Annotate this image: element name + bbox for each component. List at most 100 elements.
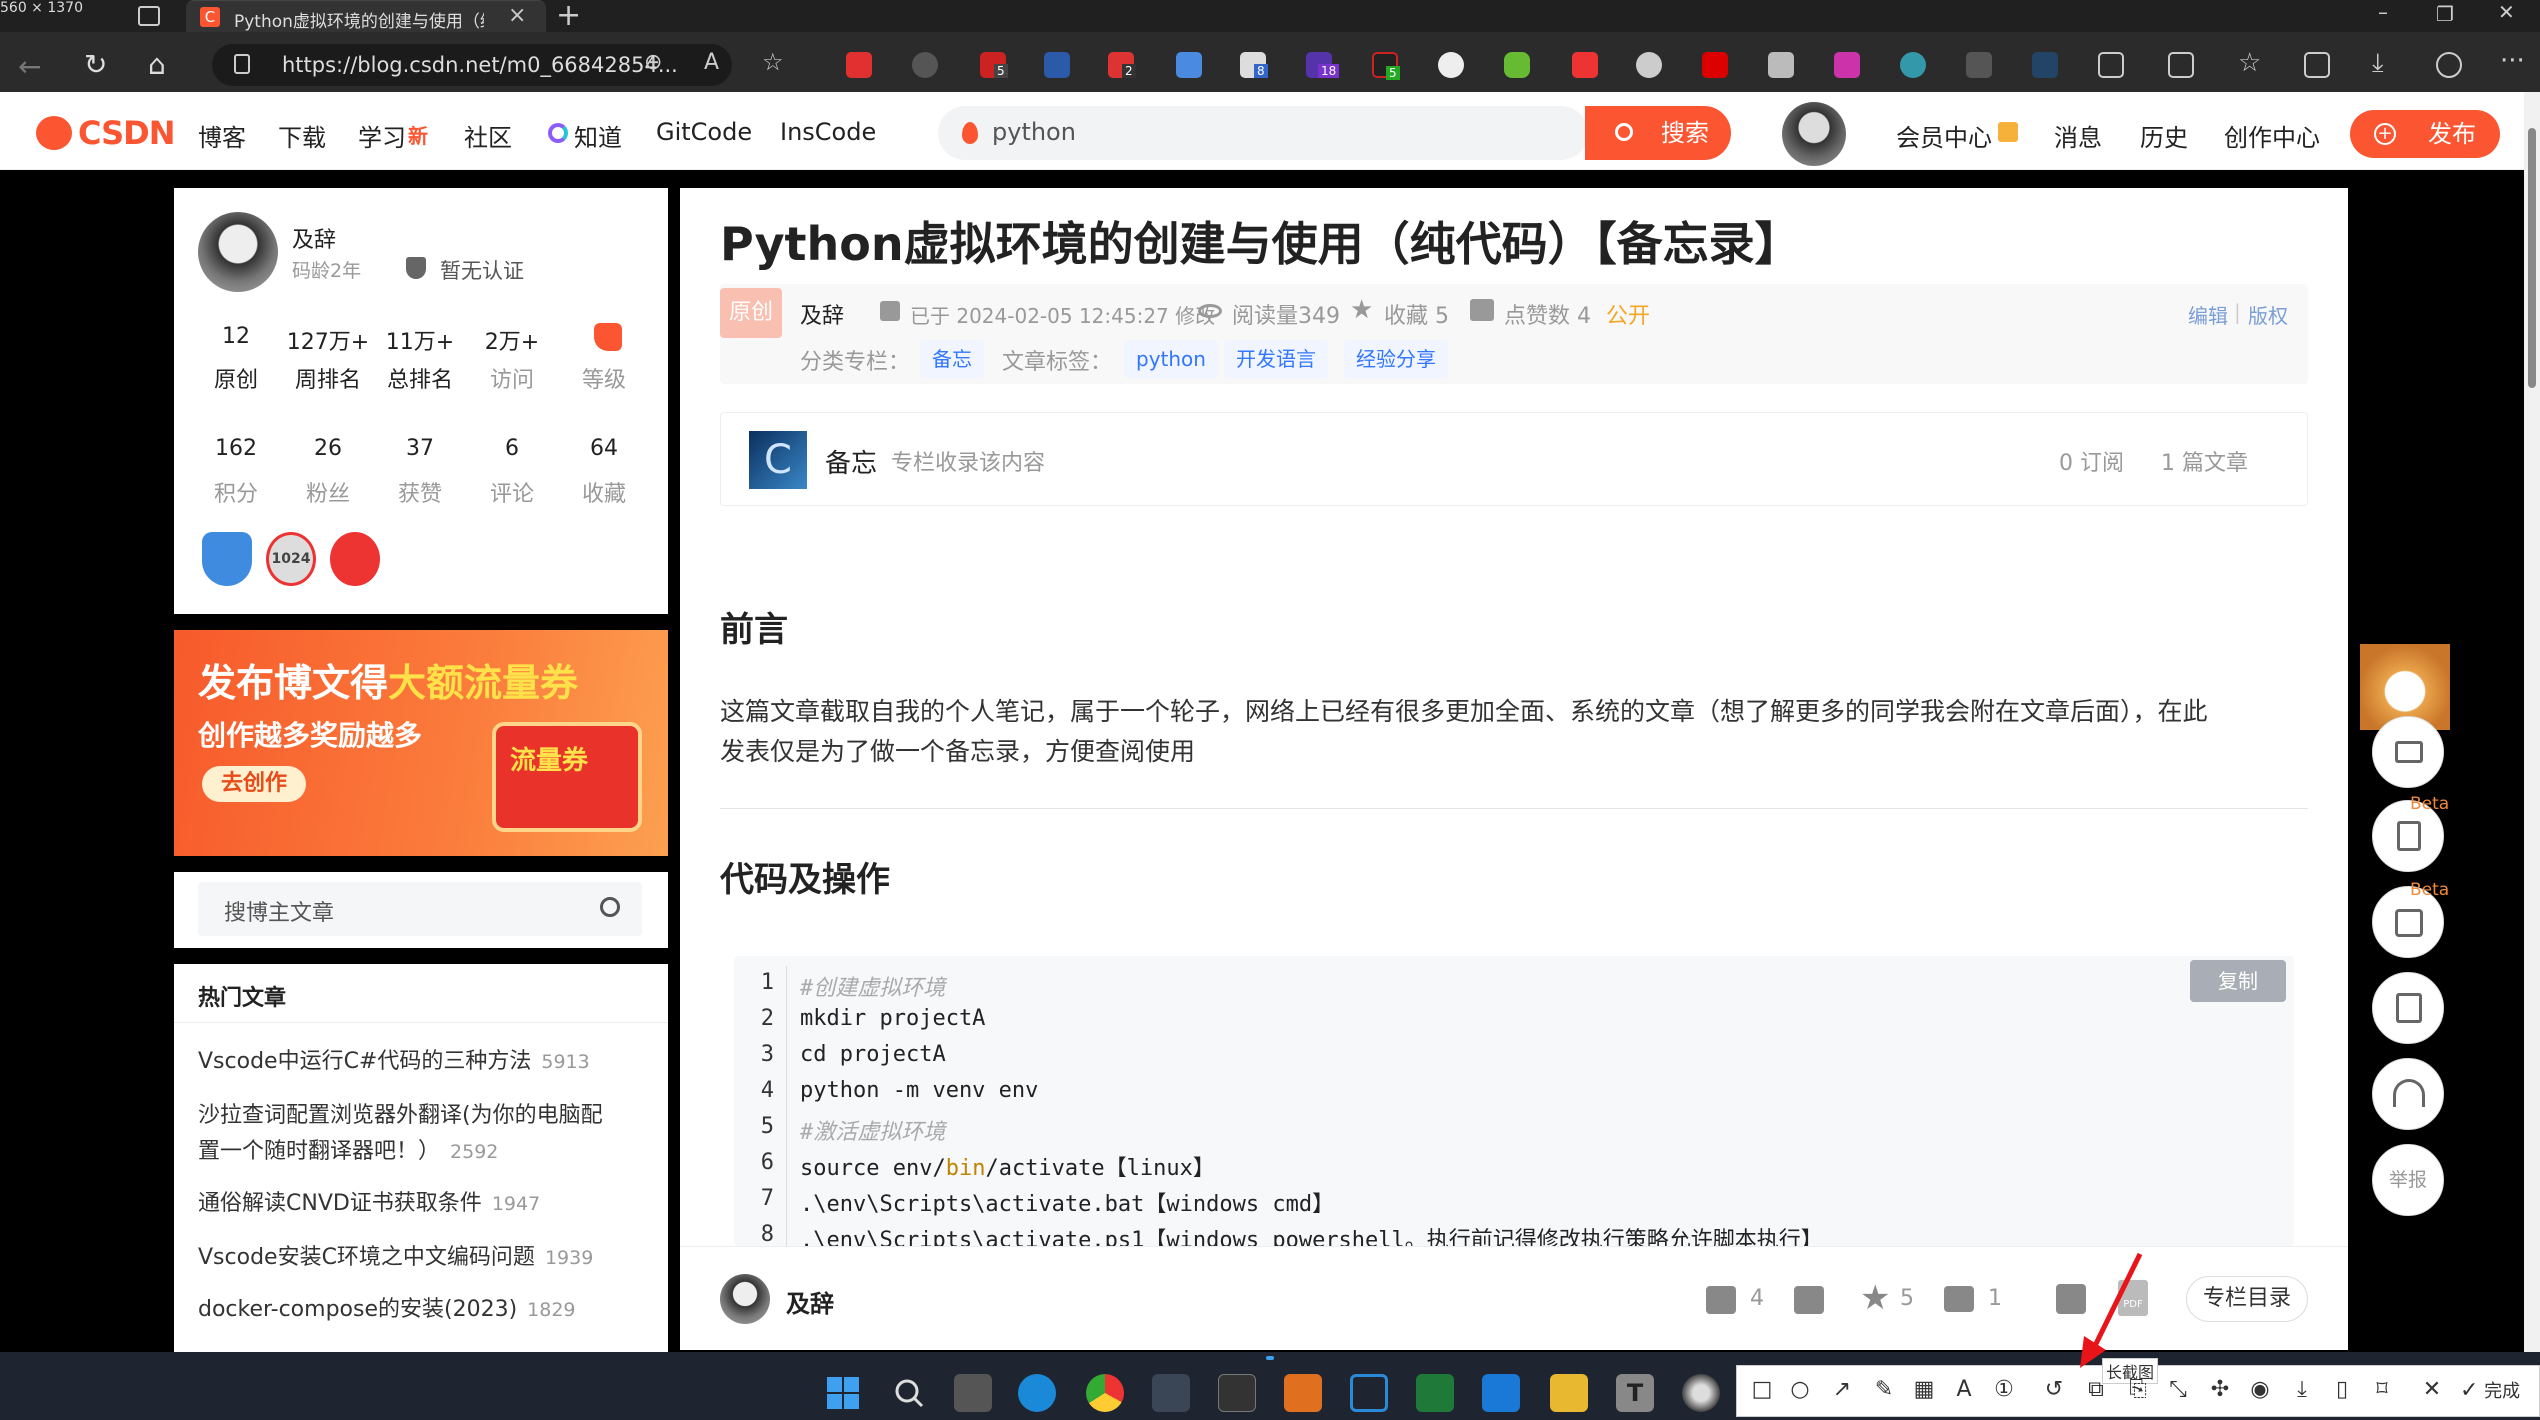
windows-start-icon[interactable] — [824, 1374, 862, 1412]
badge-1024-icon[interactable]: 1024 — [266, 532, 316, 586]
search-icon[interactable] — [600, 897, 620, 917]
favorites-icon[interactable]: ☆ — [2238, 48, 2261, 78]
new-tab-button[interactable]: + — [556, 0, 581, 33]
hot-article-item[interactable]: Vscode安装C环境之中文编码问题 1939 — [198, 1240, 593, 1276]
column-tag[interactable]: 备忘 — [920, 340, 984, 378]
tool-app-icon[interactable] — [1350, 1374, 1388, 1412]
nav-blog[interactable]: 博客 — [198, 118, 246, 153]
extension-icon[interactable] — [1572, 52, 1598, 78]
trend-button[interactable] — [2372, 716, 2444, 788]
stat-label[interactable]: 周排名 — [278, 362, 378, 394]
ellipse-tool-icon[interactable]: ○ — [1786, 1376, 1814, 1404]
dislike-icon[interactable] — [1794, 1286, 1824, 1314]
stat-label[interactable]: 原创 — [186, 362, 286, 394]
nav-learn[interactable]: 学习 — [358, 118, 406, 153]
read-aloud-icon[interactable]: A — [704, 50, 719, 75]
close-window-icon[interactable]: ✕ — [2498, 0, 2515, 24]
stat-label[interactable]: 访问 — [462, 362, 562, 394]
extension-icon[interactable]: 2 — [1108, 52, 1136, 78]
edge-browser-icon[interactable] — [1018, 1374, 1056, 1412]
browser-essentials-icon[interactable] — [2436, 52, 2462, 78]
stat-label[interactable]: 等级 — [554, 362, 654, 394]
extension-icon[interactable] — [1176, 52, 1202, 78]
medal-badge-icon[interactable] — [202, 532, 252, 586]
stat-label[interactable]: 评论 — [462, 476, 562, 508]
profile-avatar[interactable] — [198, 212, 278, 292]
vscode-icon[interactable] — [1482, 1374, 1520, 1412]
more-menu-icon[interactable]: ··· — [2500, 46, 2525, 76]
article-tag[interactable]: 经验分享 — [1344, 340, 1448, 378]
extension-icon[interactable] — [912, 52, 938, 78]
stat-label[interactable]: 粉丝 — [278, 476, 378, 508]
nav-zhidao[interactable]: 知道 — [574, 118, 622, 153]
banner-cta-button[interactable]: 去创作 — [202, 766, 306, 802]
column-name[interactable]: 备忘 — [825, 443, 877, 480]
hot-article-item[interactable]: 沙拉查词配置浏览器外翻译(为你的电脑配 — [198, 1098, 603, 1134]
refresh-icon[interactable]: ↻ — [84, 48, 107, 81]
downloads-icon[interactable]: ⤓ — [2372, 48, 2384, 79]
task-view-icon[interactable] — [954, 1374, 992, 1412]
article-tag[interactable]: python — [1124, 340, 1218, 378]
stat-label[interactable]: 总排名 — [370, 362, 470, 394]
text-tool-icon[interactable]: A — [1950, 1376, 1978, 1404]
column-box[interactable]: C 备忘 专栏收录该内容 0 订阅 1 篇文章 — [720, 412, 2308, 506]
search-button[interactable]: 搜索 — [1585, 106, 1731, 160]
extension-icon[interactable] — [1504, 52, 1530, 78]
extension-icon[interactable] — [1834, 52, 1860, 78]
bottom-author-avatar[interactable] — [720, 1274, 770, 1324]
sublime-icon[interactable] — [1284, 1374, 1322, 1412]
extension-icon[interactable] — [846, 52, 872, 78]
typora-icon[interactable]: T — [1616, 1374, 1654, 1412]
home-icon[interactable]: ⌂ — [148, 48, 166, 81]
bottom-author-name[interactable]: 及辞 — [786, 1284, 834, 1319]
report-button[interactable]: 举报 — [2372, 1144, 2444, 1216]
extension-icon[interactable] — [1636, 52, 1662, 78]
bookmark-icon[interactable]: ⌑ — [2368, 1376, 2396, 1404]
stat-label[interactable]: 积分 — [186, 476, 286, 508]
page-scrollbar[interactable] — [2524, 92, 2540, 1352]
hot-article-item[interactable]: Vscode中运行C#代码的三种方法 5913 — [198, 1044, 590, 1080]
profile-name[interactable]: 及辞 — [292, 222, 336, 254]
nav-community[interactable]: 社区 — [464, 118, 512, 153]
extension-icon[interactable]: 5 — [1372, 52, 1400, 80]
nav-inscode[interactable]: InsCode — [780, 118, 876, 146]
support-button[interactable] — [2372, 1058, 2444, 1130]
hot-article-item-cont[interactable]: 置一个随时翻译器吧！） 2592 — [198, 1134, 498, 1170]
extension-icon[interactable] — [1768, 52, 1794, 78]
extension-icon[interactable] — [1966, 52, 1992, 78]
number-tool-icon[interactable]: ① — [1990, 1376, 2018, 1404]
record-icon[interactable]: ◉ — [2246, 1376, 2274, 1404]
user-avatar[interactable] — [1782, 102, 1846, 166]
extension-icon[interactable]: 8 — [1240, 52, 1268, 78]
terminal-icon[interactable] — [1218, 1374, 1256, 1412]
edit-link[interactable]: 编辑 — [2188, 300, 2228, 329]
favorite-star-icon[interactable]: ☆ — [762, 48, 784, 76]
cancel-icon[interactable]: ✕ — [2418, 1376, 2446, 1404]
app-icon[interactable] — [1416, 1374, 1454, 1412]
browser-tab-active[interactable]: C Python虚拟环境的创建与使用（纯代码） × — [186, 0, 546, 32]
app-avatar-icon[interactable] — [1682, 1374, 1720, 1412]
search-icon[interactable] — [890, 1374, 928, 1412]
column-catalog-button[interactable]: 专栏目录 — [2186, 1276, 2308, 1322]
extension-icon[interactable]: 5 — [980, 52, 1008, 78]
extension-icon[interactable] — [1044, 52, 1070, 78]
comment-button[interactable]: 1 — [1944, 1284, 2024, 1320]
stat-label[interactable]: 收藏 — [554, 476, 654, 508]
pen-badge-icon[interactable] — [330, 532, 380, 586]
arrow-tool-icon[interactable]: ↗ — [1828, 1376, 1856, 1404]
monitor-app-icon[interactable] — [1152, 1374, 1190, 1412]
article-tag[interactable]: 开发语言 — [1224, 340, 1328, 378]
author-name[interactable]: 及辞 — [800, 298, 844, 330]
mosaic-tool-icon[interactable]: ▦ — [1910, 1376, 1938, 1404]
window-controls[interactable]: – ❐ ✕ — [2370, 0, 2540, 32]
nav-history[interactable]: 历史 — [2140, 118, 2188, 153]
publish-button[interactable]: + 发布 — [2350, 110, 2500, 158]
search-input[interactable]: python — [938, 106, 1588, 160]
collections-icon[interactable] — [2304, 52, 2330, 78]
restore-icon[interactable]: ❐ — [2436, 2, 2454, 26]
pen-tool-icon[interactable]: ✎ — [1870, 1376, 1898, 1404]
extension-icon[interactable] — [1438, 52, 1464, 78]
tab-close-icon[interactable]: × — [508, 3, 526, 28]
done-button[interactable]: ✓ 完成 — [2460, 1376, 2520, 1406]
puzzle-extensions-icon[interactable] — [2098, 52, 2124, 78]
